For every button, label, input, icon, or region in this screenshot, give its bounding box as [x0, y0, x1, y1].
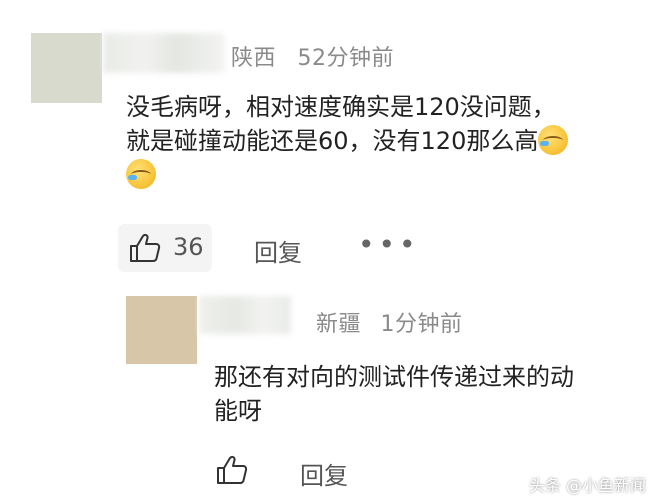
timestamp: 1分钟前 — [380, 312, 463, 337]
watermark: 头条 @小鱼新闻 — [528, 476, 646, 495]
cry-laugh-emoji — [538, 125, 569, 155]
location: 新疆 — [316, 312, 362, 337]
comment-line — [126, 158, 626, 192]
like-count: 36 — [173, 233, 204, 261]
comment-line: 就是碰撞动能还是60，没有120那么高 — [126, 124, 626, 158]
comment-text: 没毛病呀，相对速度确实是120没问题， 就是碰撞动能还是60，没有120那么高 — [126, 90, 626, 192]
comment-meta: 新疆 1分钟前 — [316, 306, 463, 338]
comment-meta: 陕西 52分钟前 — [231, 40, 394, 72]
thumbs-up-icon[interactable] — [215, 455, 249, 485]
blurred-username — [199, 296, 291, 334]
avatar[interactable] — [126, 296, 197, 364]
reply-button[interactable]: 回复 — [300, 456, 348, 491]
avatar[interactable] — [31, 33, 102, 103]
blurred-username — [103, 33, 225, 73]
thumbs-up-icon[interactable] — [128, 233, 162, 263]
comment-text: 那还有对向的测试件传递过来的动 能呀 — [214, 360, 644, 428]
cry-laugh-emoji — [126, 159, 156, 189]
timestamp: 52分钟前 — [297, 46, 395, 71]
location: 陕西 — [231, 46, 277, 71]
comment-line: 那还有对向的测试件传递过来的动 — [214, 363, 574, 391]
more-options-icon[interactable]: ••• — [358, 228, 420, 261]
comment-line: 没毛病呀，相对速度确实是120没问题， — [126, 93, 556, 121]
comment-line: 能呀 — [214, 397, 262, 425]
reply-button[interactable]: 回复 — [254, 233, 302, 268]
